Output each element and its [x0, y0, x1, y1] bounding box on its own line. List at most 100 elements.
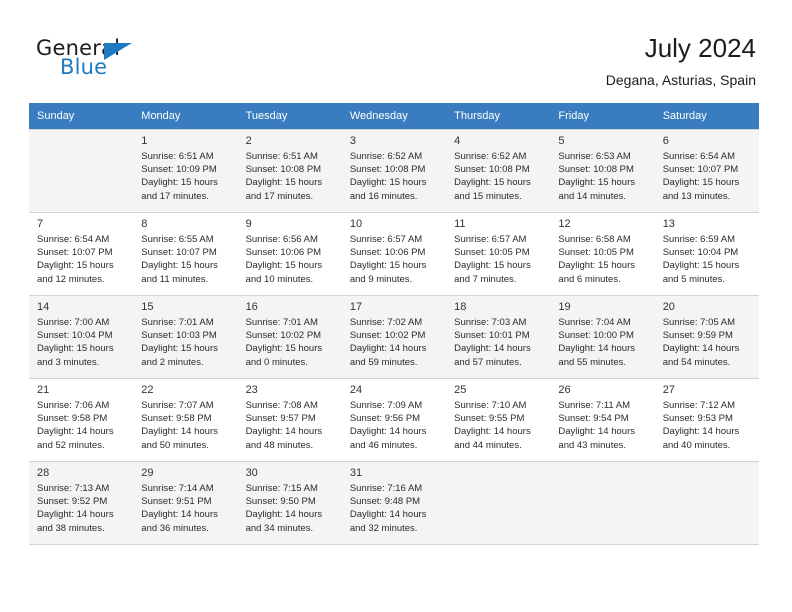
weekday-header-monday: Monday — [133, 103, 238, 130]
day-detail-line: Daylight: 15 hours — [245, 343, 323, 355]
day-detail-line: Sunrise: 7:01 AM — [141, 317, 214, 328]
day-cell[interactable]: 17 Sunrise: 7:02 AM Sunset: 10:02 PM Daylig… — [341, 295, 447, 379]
day-number: 11 — [454, 218, 466, 230]
day-detail-line: and 50 minutes. — [141, 439, 209, 451]
day-detail-line: Sunset: 9:51 PM — [141, 496, 212, 508]
day-cell[interactable]: 7 Sunrise: 6:54 AM Sunset: 10:07 PM Dayligh… — [29, 212, 134, 296]
day-details: Sunrise: 6:59 AM Sunset: 10:04 PM Daylight… — [655, 233, 759, 286]
calendar-body: 1 Sunrise: 6:51 AM Sunset: 10:09 PM Dayligh… — [29, 129, 759, 545]
page-header: General Blue July 2024 Degana, Asturias,… — [0, 0, 792, 100]
day-cell[interactable]: 27 Sunrise: 7:12 AM Sunset: 9:53 PM Dayligh… — [654, 378, 759, 462]
day-detail-line: Daylight: 14 hours — [662, 343, 740, 355]
day-detail-line: Sunrise: 7:16 AM — [349, 483, 423, 494]
day-detail-line: Sunset: 10:08 PM — [558, 164, 634, 176]
day-number: 24 — [349, 384, 363, 396]
day-cell[interactable]: 26 Sunrise: 7:11 AM Sunset: 9:54 PM Dayligh… — [550, 378, 655, 462]
day-detail-line: and 46 minutes. — [349, 439, 418, 451]
day-detail-line: Daylight: 15 hours — [141, 260, 218, 272]
day-detail-line: Sunrise: 6:51 AM — [141, 151, 214, 162]
day-cell[interactable]: 28 Sunrise: 7:13 AM Sunset: 9:52 PM Dayligh… — [29, 461, 134, 545]
day-details: Sunrise: 7:01 AM Sunset: 10:03 PM Daylight… — [133, 316, 237, 369]
day-number: 3 — [349, 135, 356, 147]
day-cell[interactable]: 25 Sunrise: 7:10 AM Sunset: 9:55 PM Dayligh… — [446, 378, 551, 462]
day-detail-line: Daylight: 14 hours — [37, 509, 114, 521]
day-detail-line: and 32 minutes. — [349, 522, 418, 534]
calendar-week-row: 1 Sunrise: 6:51 AM Sunset: 10:09 PM Dayligh… — [29, 129, 759, 213]
calendar-table: Sunday Monday Tuesday Wednesday Thursday… — [29, 103, 759, 545]
day-cell[interactable]: 29 Sunrise: 7:14 AM Sunset: 9:51 PM Dayligh… — [133, 461, 238, 545]
day-cell[interactable]: 6 Sunrise: 6:54 AM Sunset: 10:07 PM Dayligh… — [654, 129, 759, 213]
day-details: Sunrise: 7:02 AM Sunset: 10:02 PM Daylight… — [342, 316, 446, 369]
day-cell[interactable]: 30 Sunrise: 7:15 AM Sunset: 9:50 PM Dayligh… — [237, 461, 342, 545]
day-cell[interactable]: 3 Sunrise: 6:52 AM Sunset: 10:08 PM Dayligh… — [341, 129, 447, 213]
day-details: Sunrise: 7:16 AM Sunset: 9:48 PM Daylight:… — [342, 482, 446, 535]
day-detail-line: Daylight: 14 hours — [558, 426, 635, 438]
day-detail-line: Sunset: 9:58 PM — [37, 413, 108, 425]
day-cell[interactable]: 12 Sunrise: 6:58 AM Sunset: 10:05 PM Daylig… — [550, 212, 655, 296]
day-cell[interactable]: 4 Sunrise: 6:52 AM Sunset: 10:08 PM Dayligh… — [446, 129, 551, 213]
day-detail-line: Sunset: 10:08 PM — [454, 164, 530, 176]
day-detail-line: and 57 minutes. — [454, 356, 522, 368]
day-detail-line: and 13 minutes. — [662, 190, 731, 202]
day-detail-line: Daylight: 15 hours — [349, 177, 427, 189]
day-details: Sunrise: 6:52 AM Sunset: 10:08 PM Daylight… — [446, 150, 550, 203]
day-detail-line: Sunrise: 6:57 AM — [349, 234, 423, 245]
day-cell[interactable]: 19 Sunrise: 7:04 AM Sunset: 10:00 PM Daylig… — [550, 295, 655, 379]
day-detail-line: Daylight: 15 hours — [558, 177, 635, 189]
day-details: Sunrise: 6:53 AM Sunset: 10:08 PM Daylight… — [550, 150, 654, 203]
day-cell[interactable]: 5 Sunrise: 6:53 AM Sunset: 10:08 PM Dayligh… — [550, 129, 655, 213]
day-detail-line: Sunset: 9:56 PM — [349, 413, 421, 425]
day-detail-line: and 15 minutes. — [454, 190, 522, 202]
day-detail-line: Daylight: 15 hours — [245, 177, 323, 189]
day-cell-empty — [654, 461, 759, 545]
day-cell[interactable]: 9 Sunrise: 6:56 AM Sunset: 10:06 PM Dayligh… — [237, 212, 342, 296]
day-detail-line: Sunset: 10:09 PM — [141, 164, 217, 176]
day-detail-line: Sunrise: 6:57 AM — [454, 234, 527, 245]
day-cell[interactable]: 23 Sunrise: 7:08 AM Sunset: 9:57 PM Dayligh… — [237, 378, 342, 462]
day-detail-line: Sunrise: 6:56 AM — [245, 234, 318, 245]
day-cell[interactable]: 20 Sunrise: 7:05 AM Sunset: 9:59 PM Dayligh… — [654, 295, 759, 379]
day-number: 25 — [454, 384, 467, 396]
day-details: Sunrise: 6:54 AM Sunset: 10:07 PM Daylight… — [29, 233, 133, 286]
day-cell[interactable]: 2 Sunrise: 6:51 AM Sunset: 10:08 PM Dayligh… — [237, 129, 342, 213]
day-cell-empty — [29, 129, 134, 213]
day-detail-line: Sunset: 10:06 PM — [245, 247, 322, 259]
day-number: 23 — [245, 384, 258, 396]
day-detail-line: and 55 minutes. — [558, 356, 627, 368]
day-detail-line: Sunset: 10:04 PM — [37, 330, 113, 342]
day-details: Sunrise: 7:13 AM Sunset: 9:52 PM Daylight:… — [29, 482, 133, 535]
day-detail-line: and 59 minutes. — [349, 356, 418, 368]
day-details: Sunrise: 6:51 AM Sunset: 10:08 PM Daylight… — [238, 150, 342, 203]
day-cell[interactable]: 10 Sunrise: 6:57 AM Sunset: 10:06 PM Daylig… — [341, 212, 447, 296]
day-cell[interactable]: 14 Sunrise: 7:00 AM Sunset: 10:04 PM Daylig… — [29, 295, 134, 379]
day-cell[interactable]: 16 Sunrise: 7:01 AM Sunset: 10:02 PM Daylig… — [237, 295, 342, 379]
day-details: Sunrise: 7:12 AM Sunset: 9:53 PM Daylight:… — [655, 399, 759, 452]
day-cell[interactable]: 21 Sunrise: 7:06 AM Sunset: 9:58 PM Dayligh… — [29, 378, 134, 462]
day-cell[interactable]: 11 Sunrise: 6:57 AM Sunset: 10:05 PM Daylig… — [446, 212, 551, 296]
day-detail-line: and 17 minutes. — [245, 190, 314, 202]
day-detail-line: Sunset: 10:02 PM — [245, 330, 322, 342]
day-detail-line: Sunset: 10:01 PM — [454, 330, 530, 342]
day-details: Sunrise: 6:55 AM Sunset: 10:07 PM Daylight… — [133, 233, 237, 286]
day-detail-line: Sunrise: 7:04 AM — [558, 317, 631, 328]
day-cell[interactable]: 1 Sunrise: 6:51 AM Sunset: 10:09 PM Dayligh… — [133, 129, 238, 213]
day-detail-line: Daylight: 14 hours — [454, 343, 531, 355]
day-detail-line: Sunset: 10:05 PM — [454, 247, 530, 259]
day-cell[interactable]: 31 Sunrise: 7:16 AM Sunset: 9:48 PM Dayligh… — [341, 461, 447, 545]
day-detail-line: Daylight: 15 hours — [245, 260, 323, 272]
day-detail-line: Sunset: 10:08 PM — [349, 164, 426, 176]
day-cell[interactable]: 24 Sunrise: 7:09 AM Sunset: 9:56 PM Dayligh… — [341, 378, 447, 462]
brand-logo[interactable]: General Blue — [36, 36, 166, 84]
day-cell[interactable]: 15 Sunrise: 7:01 AM Sunset: 10:03 PM Daylig… — [133, 295, 238, 379]
day-cell[interactable]: 13 Sunrise: 6:59 AM Sunset: 10:04 PM Daylig… — [654, 212, 759, 296]
day-detail-line: Sunset: 9:55 PM — [454, 413, 525, 425]
day-cell[interactable]: 8 Sunrise: 6:55 AM Sunset: 10:07 PM Dayligh… — [133, 212, 238, 296]
day-cell[interactable]: 18 Sunrise: 7:03 AM Sunset: 10:01 PM Daylig… — [446, 295, 551, 379]
day-cell-empty — [446, 461, 551, 545]
day-details: Sunrise: 6:58 AM Sunset: 10:05 PM Daylight… — [550, 233, 654, 286]
day-details: Sunrise: 7:04 AM Sunset: 10:00 PM Daylight… — [550, 316, 654, 369]
day-cell[interactable]: 22 Sunrise: 7:07 AM Sunset: 9:58 PM Dayligh… — [133, 378, 238, 462]
day-details: Sunrise: 7:09 AM Sunset: 9:56 PM Daylight:… — [342, 399, 446, 452]
day-number: 12 — [558, 218, 571, 230]
day-details: Sunrise: 7:14 AM Sunset: 9:51 PM Daylight:… — [133, 482, 237, 535]
